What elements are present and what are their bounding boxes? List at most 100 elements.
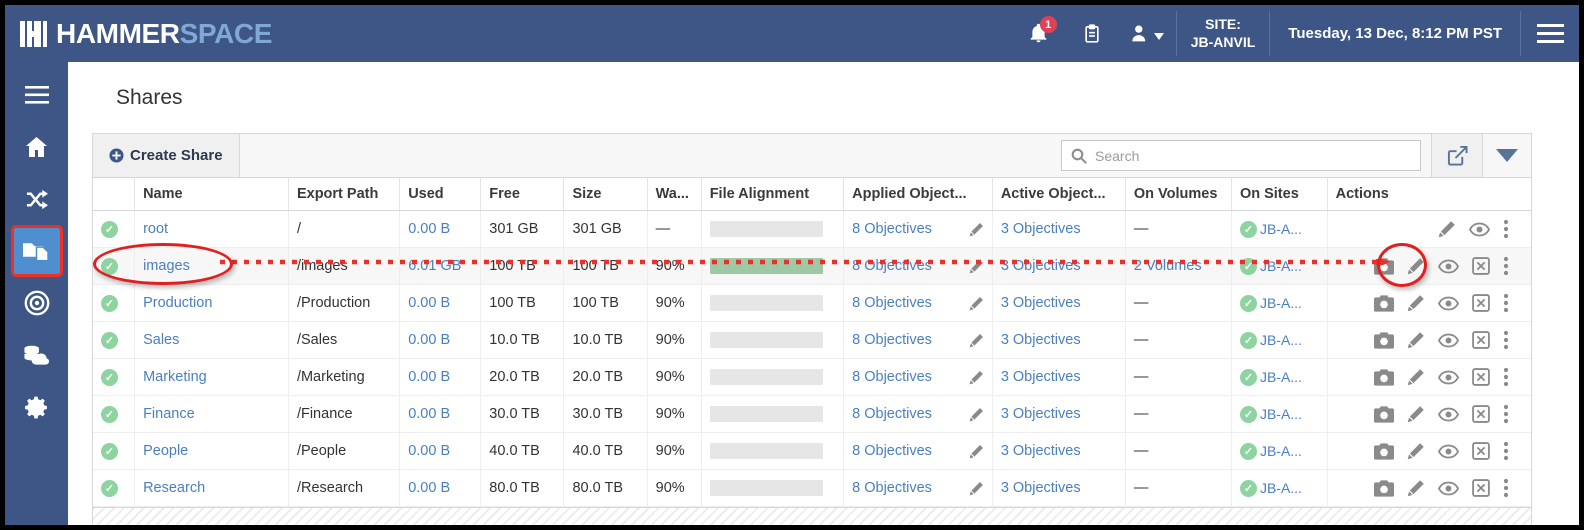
active-objectives-link[interactable]: 3 Objectives xyxy=(992,358,1126,396)
create-share-button[interactable]: Create Share xyxy=(93,134,240,177)
active-objectives-link[interactable]: 3 Objectives xyxy=(992,321,1126,359)
on-sites-cell[interactable]: ✓ JB-A... xyxy=(1231,210,1328,248)
camera-icon[interactable] xyxy=(1374,442,1394,460)
applied-objectives-cell[interactable]: 8 Objectives xyxy=(843,395,993,433)
eye-icon[interactable] xyxy=(1438,259,1459,274)
edit-objectives-pencil-icon[interactable] xyxy=(969,333,984,348)
applied-objectives-cell[interactable]: 8 Objectives xyxy=(843,284,993,322)
edit-objectives-pencil-icon[interactable] xyxy=(969,370,984,385)
applied-objectives-cell[interactable]: 8 Objectives xyxy=(843,321,993,359)
x-box-icon[interactable] xyxy=(1472,405,1490,423)
vertical-dots-icon[interactable] xyxy=(1503,404,1509,424)
on-sites-link[interactable]: JB-A... xyxy=(1260,369,1302,385)
column-header-used[interactable]: Used xyxy=(399,178,482,211)
applied-objectives-link[interactable]: 8 Objectives xyxy=(852,480,932,496)
share-name-link[interactable]: Research xyxy=(134,469,289,507)
column-header-actions[interactable]: Actions xyxy=(1327,178,1531,211)
pencil-icon[interactable] xyxy=(1407,294,1425,312)
x-box-icon[interactable] xyxy=(1472,442,1490,460)
pencil-icon[interactable] xyxy=(1407,442,1425,460)
table-row[interactable]: ✓ root / 0.00 B 301 GB 301 GB — 8 Objectives 3 O… xyxy=(93,210,1531,248)
camera-icon[interactable] xyxy=(1374,368,1394,386)
vertical-dots-icon[interactable] xyxy=(1503,330,1509,350)
vertical-dots-icon[interactable] xyxy=(1503,478,1509,498)
applied-objectives-link[interactable]: 8 Objectives xyxy=(852,369,932,385)
column-header-export-path[interactable]: Export Path xyxy=(288,178,401,211)
export-button[interactable] xyxy=(1431,134,1483,177)
on-volumes-cell[interactable]: 2 Volumes xyxy=(1125,247,1232,285)
active-objectives-link[interactable]: 3 Objectives xyxy=(992,432,1126,470)
active-objectives-link[interactable]: 3 Objectives xyxy=(992,469,1126,507)
used-cell[interactable]: 0.00 B xyxy=(399,432,482,470)
used-cell[interactable]: 0.00 B xyxy=(399,395,482,433)
table-row[interactable]: ✓ images/images 6.01 GB 100 TB 100 TB 90% 8 Ob… xyxy=(93,247,1531,285)
column-header-file-alignment[interactable]: File Alignment xyxy=(701,178,845,211)
on-sites-cell[interactable]: ✓ JB-A... xyxy=(1231,358,1328,396)
x-box-icon[interactable] xyxy=(1472,294,1490,312)
sidebar-item-settings[interactable] xyxy=(14,384,60,430)
active-objectives-link[interactable]: 3 Objectives xyxy=(992,247,1126,285)
notifications-button[interactable]: 1 xyxy=(1012,5,1066,62)
on-sites-link[interactable]: JB-A... xyxy=(1260,295,1302,311)
on-sites-link[interactable]: JB-A... xyxy=(1260,332,1302,348)
eye-icon[interactable] xyxy=(1438,370,1459,385)
table-row[interactable]: ✓ Production/Production 0.00 B 100 TB 100 TB… xyxy=(93,284,1531,322)
vertical-dots-icon[interactable] xyxy=(1503,293,1509,313)
edit-objectives-pencil-icon[interactable] xyxy=(969,444,984,459)
used-cell[interactable]: 0.00 B xyxy=(399,210,482,248)
site-indicator[interactable]: SITE: JB-ANVIL xyxy=(1177,5,1270,62)
active-objectives-link[interactable]: 3 Objectives xyxy=(992,210,1126,248)
on-sites-cell[interactable]: ✓ JB-A... xyxy=(1231,284,1328,322)
share-name-link[interactable]: People xyxy=(134,432,289,470)
share-name-link[interactable]: Production xyxy=(134,284,289,322)
x-box-icon[interactable] xyxy=(1472,368,1490,386)
table-row[interactable]: ✓ Finance/Finance 0.00 B 30.0 TB 30.0 TB 90% 8… xyxy=(93,395,1531,433)
sidebar-item-shares[interactable] xyxy=(10,225,63,277)
pencil-icon[interactable] xyxy=(1407,479,1425,497)
applied-objectives-link[interactable]: 8 Objectives xyxy=(852,221,932,237)
eye-icon[interactable] xyxy=(1438,444,1459,459)
column-header-on-sites[interactable]: On Sites xyxy=(1231,178,1328,211)
applied-objectives-link[interactable]: 8 Objectives xyxy=(852,406,932,422)
eye-icon[interactable] xyxy=(1438,296,1459,311)
sidebar-item-storage[interactable] xyxy=(14,332,60,378)
active-objectives-link[interactable]: 3 Objectives xyxy=(992,284,1126,322)
share-name-link[interactable]: root xyxy=(134,210,289,248)
on-sites-link[interactable]: JB-A... xyxy=(1260,221,1302,237)
edit-objectives-pencil-icon[interactable] xyxy=(969,259,984,274)
eye-icon[interactable] xyxy=(1438,407,1459,422)
camera-icon[interactable] xyxy=(1374,331,1394,349)
applied-objectives-cell[interactable]: 8 Objectives xyxy=(843,210,993,248)
on-sites-link[interactable]: JB-A... xyxy=(1260,480,1302,496)
on-sites-cell[interactable]: ✓ JB-A... xyxy=(1231,432,1328,470)
pencil-icon[interactable] xyxy=(1438,220,1456,238)
column-header-active-objectives[interactable]: Active Object... xyxy=(992,178,1126,211)
pencil-icon[interactable] xyxy=(1407,368,1425,386)
column-header-size[interactable]: Size xyxy=(563,178,648,211)
edit-objectives-pencil-icon[interactable] xyxy=(969,407,984,422)
applied-objectives-link[interactable]: 8 Objectives xyxy=(852,295,932,311)
column-header-warn[interactable]: Wa... xyxy=(647,178,702,211)
camera-icon[interactable] xyxy=(1374,257,1394,275)
eye-icon[interactable] xyxy=(1438,481,1459,496)
used-cell[interactable]: 0.00 B xyxy=(399,321,482,359)
tasks-button[interactable] xyxy=(1066,5,1118,62)
on-sites-cell[interactable]: ✓ JB-A... xyxy=(1231,321,1328,359)
x-box-icon[interactable] xyxy=(1472,257,1490,275)
search-box[interactable] xyxy=(1061,140,1421,171)
share-name-link[interactable]: images xyxy=(134,247,289,285)
toolbar-dropdown-button[interactable] xyxy=(1483,134,1531,177)
camera-icon[interactable] xyxy=(1374,479,1394,497)
pencil-icon[interactable] xyxy=(1407,331,1425,349)
edit-objectives-pencil-icon[interactable] xyxy=(969,222,984,237)
search-input[interactable] xyxy=(1095,141,1420,170)
on-sites-cell[interactable]: ✓ JB-A... xyxy=(1231,395,1328,433)
column-header-free[interactable]: Free xyxy=(480,178,565,211)
vertical-dots-icon[interactable] xyxy=(1503,256,1509,276)
sidebar-item-menu-toggle[interactable] xyxy=(14,72,60,118)
active-objectives-link[interactable]: 3 Objectives xyxy=(992,395,1126,433)
applied-objectives-link[interactable]: 8 Objectives xyxy=(852,258,932,274)
applied-objectives-cell[interactable]: 8 Objectives xyxy=(843,469,993,507)
sidebar-item-dashboard[interactable] xyxy=(14,124,60,170)
share-name-link[interactable]: Sales xyxy=(134,321,289,359)
